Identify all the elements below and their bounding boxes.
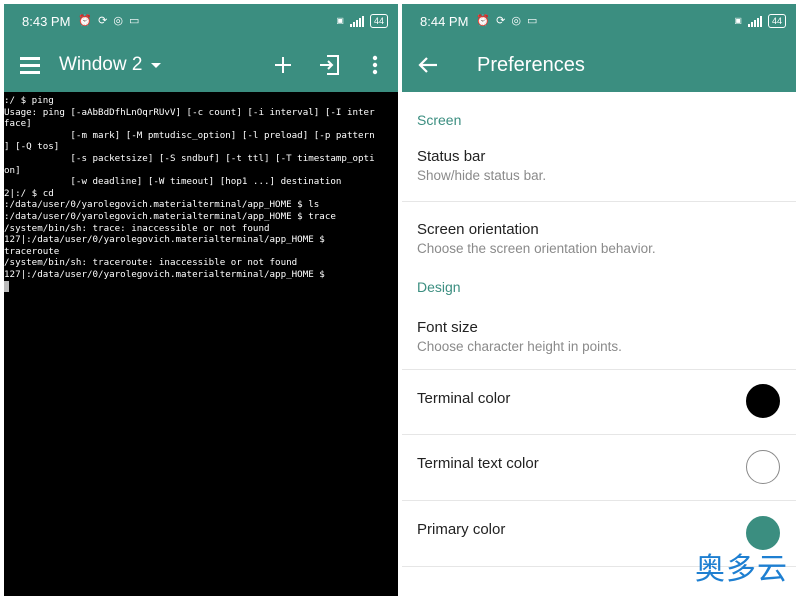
battery-icon: 44 — [369, 14, 388, 28]
pref-title: Font size — [417, 319, 478, 336]
terminal-line: /system/bin/sh: trace: inaccessible or n… — [4, 222, 270, 234]
terminal-line: on] — [4, 164, 21, 176]
pref-terminal-text-color[interactable]: Terminal text color — [402, 435, 796, 501]
status-time: 8:44 PM — [420, 13, 469, 29]
screen-icon: ▭ — [526, 14, 538, 27]
terminal-screen: 8:43 PM ⏰ ⟳ ◎ ▭ ▣ 44 Window 2:/ $ ping … — [4, 4, 398, 596]
instagram-icon: ◎ — [113, 14, 123, 27]
terminal-line: face] — [4, 118, 32, 130]
instagram-icon: ◎ — [511, 14, 521, 27]
sync-icon: ⟳ — [496, 14, 506, 27]
terminal-line: :/ $ ping — [4, 95, 54, 106]
menu-icon[interactable] — [20, 57, 40, 74]
color-swatch — [746, 450, 780, 484]
enter-button[interactable] — [316, 52, 342, 78]
chevron-down-icon — [151, 62, 162, 68]
preferences-toolbar: Preferences — [402, 38, 796, 92]
more-vertical-icon — [372, 55, 378, 75]
volte-icon: ▣ — [336, 16, 344, 25]
terminal-line: 127|:/data/user/0/yarolegovich.materialt… — [4, 268, 325, 280]
login-icon — [320, 55, 339, 75]
terminal-line: 127|:/data/user/0/yarolegovich.materialt… — [4, 234, 325, 246]
status-bar: 8:44 PM ⏰ ⟳ ◎ ▭ ▣ 44 — [402, 4, 796, 38]
terminal-toolbar: Window 2 — [4, 38, 398, 92]
arrow-back-icon — [418, 57, 437, 73]
watermark-logo: 奥多云 — [695, 552, 788, 587]
add-window-button[interactable] — [270, 52, 296, 78]
alarm-icon: ⏰ — [78, 14, 93, 27]
alarm-icon: ⏰ — [476, 14, 491, 27]
pref-screen-orientation[interactable]: Screen orientation Choose the screen ori… — [402, 202, 796, 270]
pref-title: Status bar — [417, 148, 486, 165]
overflow-menu-button[interactable] — [362, 52, 388, 78]
terminal-line: [-w deadline] [-W timeout] [hop1 ...] de… — [4, 176, 342, 188]
plus-icon — [275, 57, 291, 73]
terminal-line: :/data/user/0/yarolegovich.materialtermi… — [4, 210, 336, 222]
terminal-cursor — [4, 280, 9, 292]
pref-summary: Choose character height in points. — [417, 339, 622, 354]
preferences-screen: 8:44 PM ⏰ ⟳ ◎ ▭ ▣ 44 Preferences Screen … — [402, 4, 796, 596]
pref-summary: Choose the screen orientation behavior. — [417, 241, 656, 256]
pref-title: Terminal color — [417, 390, 511, 407]
signal-icon — [349, 15, 364, 27]
pref-status-bar[interactable]: Status bar Show/hide status bar. — [402, 128, 796, 202]
window-label: Window 2 — [59, 54, 143, 75]
window-selector[interactable]: Window 2 — [59, 54, 162, 76]
terminal-line: :/data/user/0/yarolegovich.materialtermi… — [4, 199, 320, 211]
screen-icon: ▭ — [128, 14, 140, 27]
terminal-line: ] [-Q tos] — [4, 141, 60, 153]
pref-title: Screen orientation — [417, 221, 539, 238]
terminal-output[interactable]: :/ $ ping Usage: ping [-aAbBdDfhLnOqrRUvV… — [4, 92, 398, 595]
color-swatch — [746, 384, 780, 418]
pref-summary: Show/hide status bar. — [417, 168, 547, 183]
pref-font-size[interactable]: Font size Choose character height in poi… — [402, 304, 796, 370]
terminal-line: traceroute — [4, 245, 60, 257]
section-header-design: Design — [417, 279, 461, 295]
terminal-line: [-s packetsize] [-S sndbuf] [-t ttl] [-T… — [4, 152, 375, 164]
terminal-line: 2|:/ $ cd — [4, 187, 54, 199]
terminal-line: Usage: ping [-aAbBdDfhLnOqrRUvV] [-c cou… — [4, 106, 375, 118]
section-header-screen: Screen — [417, 112, 462, 128]
sync-icon: ⟳ — [98, 14, 108, 27]
signal-icon — [747, 15, 762, 27]
back-button[interactable] — [418, 52, 444, 78]
status-time: 8:43 PM — [22, 13, 71, 29]
pref-title: Primary color — [417, 521, 506, 538]
volte-icon: ▣ — [734, 16, 742, 25]
status-bar: 8:43 PM ⏰ ⟳ ◎ ▭ ▣ 44 — [4, 4, 398, 38]
battery-icon: 44 — [767, 14, 786, 28]
terminal-line: [-m mark] [-M pmtudisc_option] [-l prelo… — [4, 129, 375, 141]
page-title: Preferences — [477, 53, 585, 76]
pref-terminal-color[interactable]: Terminal color — [402, 370, 796, 435]
pref-title: Terminal text color — [417, 455, 539, 472]
terminal-line: /system/bin/sh: traceroute: inaccessible… — [4, 257, 298, 269]
